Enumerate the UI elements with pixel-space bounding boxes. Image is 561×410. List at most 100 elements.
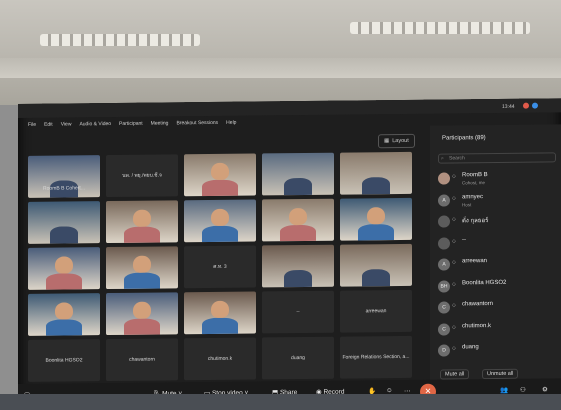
video-tile[interactable] <box>106 292 178 336</box>
menu-item[interactable]: View <box>61 121 72 131</box>
ceiling-beam <box>0 58 561 78</box>
participant-face <box>367 207 385 225</box>
participants-title: Participants (89) <box>442 135 486 142</box>
participant-face <box>211 163 229 181</box>
participant-row[interactable]: ◇ RoomB B Cohost, me <box>436 168 560 189</box>
participant-row[interactable]: ◇ ดั่ง กุลธอร์ <box>436 211 560 232</box>
participant-face <box>55 256 73 274</box>
video-tile[interactable]: ศ.ท. 3 <box>184 245 256 289</box>
menu-item[interactable]: Audio & Video <box>79 121 111 131</box>
participants-toolbar-icon[interactable]: 👥 <box>500 386 508 394</box>
tile-name: -- <box>296 309 300 316</box>
participant-face <box>211 209 229 227</box>
participant-row[interactable]: A ◇ arreewan <box>436 254 560 275</box>
people-icon[interactable]: ⚇ <box>520 386 526 394</box>
layout-button[interactable]: ▦ Layout <box>378 133 415 149</box>
participant-name: chutimon.k <box>462 322 492 329</box>
video-tile[interactable]: chawantorn <box>106 338 178 382</box>
video-tile[interactable] <box>262 152 334 196</box>
video-tile[interactable] <box>184 199 256 243</box>
video-tile[interactable] <box>340 197 412 241</box>
avatar: BH <box>438 279 450 293</box>
participant-row[interactable]: D ◇ duang <box>436 340 560 361</box>
participant-row[interactable]: C ◇ chutimon.k <box>436 319 560 340</box>
participant-list: ◇ RoomB B Cohost, me A ◇ amnyec Host ◇ ดั่ง กุลธ… <box>430 124 561 357</box>
menu-item[interactable]: Meeting <box>151 120 169 130</box>
clock-text: 13:44 <box>502 103 515 110</box>
rename-tag-icon: ◇ <box>452 216 456 223</box>
participant-face <box>211 301 229 319</box>
grid-icon: ▦ <box>384 138 390 145</box>
ceiling-light-right <box>350 22 530 34</box>
participant-row[interactable]: C ◇ chawantorn <box>436 297 560 318</box>
video-tile[interactable] <box>262 198 334 242</box>
avatar: A <box>438 258 450 271</box>
video-tile[interactable] <box>340 151 412 195</box>
participant-body <box>202 317 238 335</box>
tile-name: chutimon.k <box>207 355 233 363</box>
tile-name: RoomB B Cohert... <box>43 185 85 192</box>
avatar <box>438 172 450 185</box>
participants-panel: Participants (89) ⌕ Search ◇ RoomB B Cohos… <box>430 124 561 386</box>
participant-face <box>133 301 151 319</box>
video-tile[interactable]: Foreign Relations Section, a... <box>340 335 412 379</box>
projector-screen: 13:44 File Edit View Audio & Video Participa… <box>18 98 561 410</box>
participant-body <box>358 224 394 241</box>
participant-silhouette <box>49 226 79 244</box>
menu-item[interactable]: Help <box>226 120 236 130</box>
video-gallery: RoomB B Cohert... นพ. / พยุ./พยบ.ชี.จศ.ท.… <box>28 151 423 382</box>
participant-body <box>124 272 160 289</box>
mute-all-button[interactable]: Mute all <box>440 369 470 380</box>
rename-tag-icon: ◇ <box>452 237 456 244</box>
rename-tag-icon: ◇ <box>452 194 456 201</box>
video-tile[interactable] <box>28 201 100 244</box>
video-tile[interactable] <box>184 153 256 197</box>
video-tile[interactable] <box>262 244 334 288</box>
participant-face <box>289 208 307 226</box>
settings-icon[interactable]: ⚙ <box>542 385 548 393</box>
video-tile[interactable] <box>106 200 178 244</box>
participant-role: Cohost, me <box>462 180 486 186</box>
participant-body <box>280 224 316 242</box>
tile-name: duang <box>291 354 305 362</box>
video-tile[interactable] <box>184 291 256 335</box>
menu-item[interactable]: File <box>28 122 36 132</box>
video-tile[interactable]: chutimon.k <box>184 337 256 381</box>
video-tile[interactable] <box>106 246 178 290</box>
video-tile[interactable] <box>28 247 100 290</box>
rename-tag-icon: ◇ <box>452 280 456 287</box>
participant-body <box>46 273 82 290</box>
rename-tag-icon: ◇ <box>452 259 456 266</box>
search-placeholder: Search <box>449 155 465 162</box>
participant-face <box>133 255 151 273</box>
participant-row[interactable]: ◇ -- <box>436 233 560 254</box>
video-tile[interactable]: นพ. / พยุ./พยบ.ชี.จ <box>106 154 178 198</box>
participant-name: RoomB B <box>462 172 488 179</box>
tile-name: นพ. / พยุ./พยบ.ชี.จ <box>122 172 162 179</box>
avatar: C <box>438 322 450 336</box>
participant-silhouette <box>283 270 313 288</box>
participant-name: chawantorn <box>462 301 494 308</box>
video-tile[interactable] <box>28 293 100 336</box>
participant-name: arreewan <box>462 258 488 265</box>
unmute-all-button[interactable]: Unmute all <box>482 368 519 380</box>
menu-item[interactable]: Edit <box>44 122 53 132</box>
video-tile[interactable] <box>340 243 412 287</box>
video-tile[interactable]: duang <box>262 336 334 380</box>
video-tile[interactable]: -- <box>262 290 334 334</box>
participant-row[interactable]: A ◇ amnyec Host <box>436 190 560 211</box>
menu-item[interactable]: Breakout Sessions <box>176 120 218 130</box>
video-tile[interactable]: arreewan <box>340 289 412 333</box>
participant-role: Host <box>462 201 472 207</box>
participant-name: Boonlita HGSO2 <box>462 279 507 286</box>
tile-name: Boonlita HGSO2 <box>45 357 83 364</box>
video-tile[interactable]: Boonlita HGSO2 <box>28 339 100 382</box>
participant-body <box>46 319 82 336</box>
participant-search-input[interactable]: ⌕ Search <box>438 152 556 164</box>
menu-item[interactable]: Participant <box>119 121 143 131</box>
search-icon: ⌕ <box>441 155 444 162</box>
tile-name: Foreign Relations Section, a... <box>342 353 410 361</box>
video-tile[interactable]: RoomB B Cohert... <box>28 155 100 198</box>
participant-row[interactable]: BH ◇ Boonlita HGSO2 <box>436 276 560 297</box>
participant-name: amnyec <box>462 193 484 200</box>
